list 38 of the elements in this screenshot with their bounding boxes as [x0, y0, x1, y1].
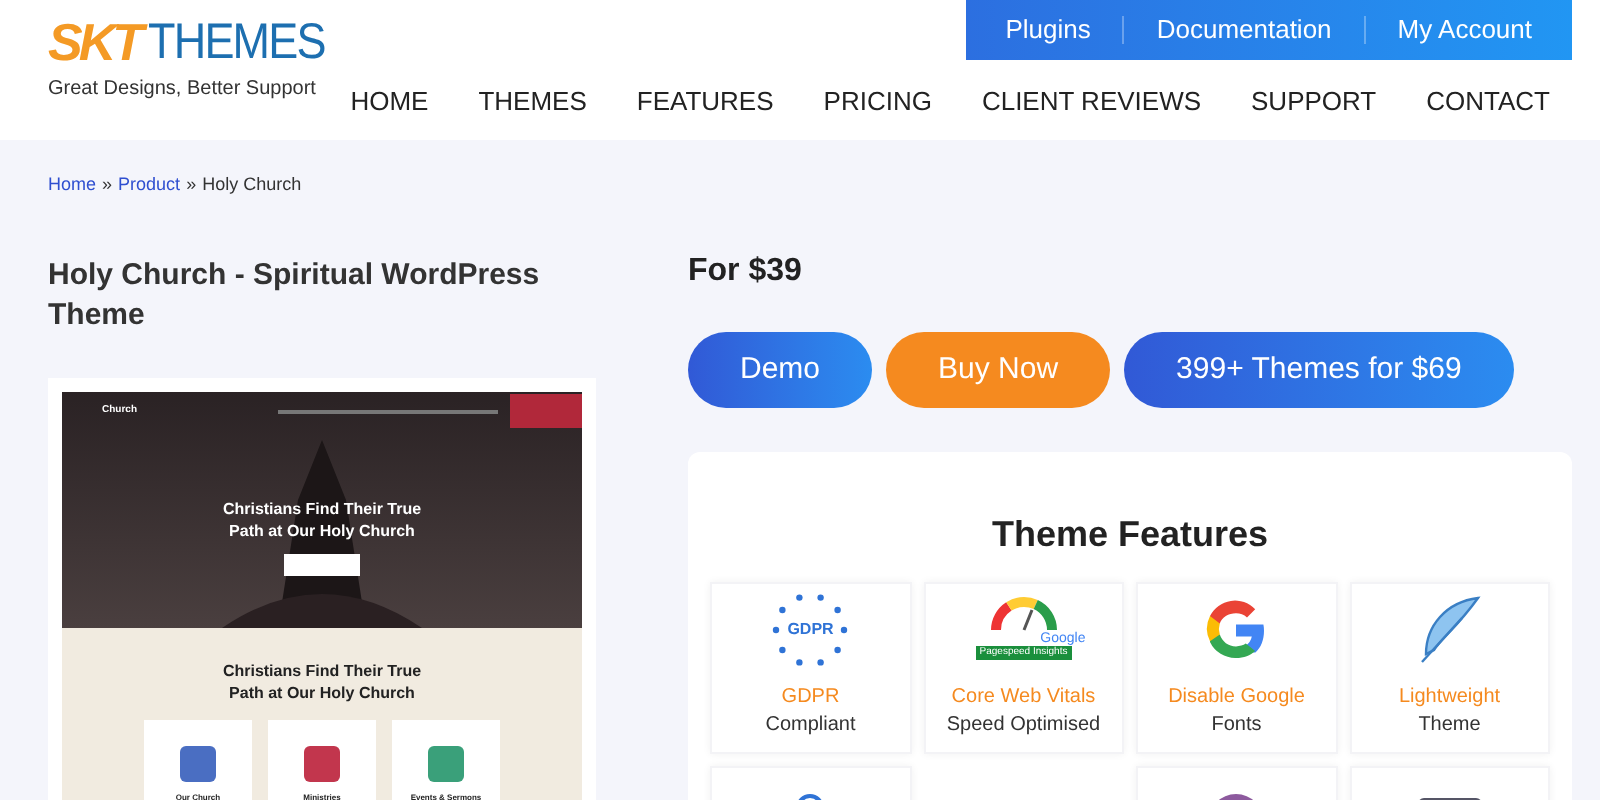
- product-title: Holy Church - Spiritual WordPress Theme: [48, 255, 542, 335]
- feature-title: Lightweight: [1398, 684, 1501, 712]
- buy-button[interactable]: Demo: [688, 332, 873, 408]
- feature-icon: [304, 745, 340, 781]
- logo-wordmark: THEMES: [148, 18, 325, 68]
- top-link[interactable]: Documentation: [1148, 10, 1340, 50]
- breadcrumb-link[interactable]: Home: [48, 174, 97, 194]
- nav-link[interactable]: CONTACT: [1426, 82, 1550, 121]
- nav-link[interactable]: THEMES: [478, 82, 587, 121]
- hero-heading: Christians Find Their True Path at Our Holy Church: [220, 497, 424, 541]
- feature-subtitle: Fonts: [1211, 712, 1262, 740]
- feature-subtitle: Speed Optimised: [946, 712, 1101, 740]
- price: For $39: [688, 252, 804, 292]
- feature-subtitle: Compliant: [765, 712, 856, 740]
- breadcrumb-separator: »: [186, 174, 197, 194]
- buy-button[interactable]: 399+ Themes for $69: [1124, 332, 1514, 408]
- top-link[interactable]: My Account: [1389, 10, 1540, 50]
- nav-link[interactable]: FEATURES: [636, 82, 774, 121]
- gdpr-label: GDPR: [787, 618, 834, 642]
- feature-title: Disable Google: [1168, 684, 1305, 712]
- features-title: Theme Features: [991, 512, 1269, 558]
- feature-title: Core Web Vitals: [951, 684, 1096, 712]
- breadcrumb-current: Holy Church: [202, 174, 302, 194]
- feature-title: GDPR: [781, 684, 840, 712]
- breadcrumb-separator: »: [102, 174, 113, 194]
- breadcrumb-link[interactable]: Product: [118, 174, 181, 194]
- social-bar: [510, 394, 582, 428]
- nav-link[interactable]: HOME: [350, 82, 429, 121]
- feature-icon: [180, 745, 216, 781]
- section-heading: Christians Find Their True Path at Our Holy Church: [220, 659, 424, 703]
- top-link[interactable]: Plugins: [997, 10, 1099, 50]
- nav-link[interactable]: CLIENT REVIEWS: [981, 82, 1202, 121]
- logo-mark: SKT: [48, 16, 140, 68]
- feature-subtitle: Theme: [1418, 712, 1481, 740]
- feature-icon: [428, 745, 464, 781]
- nav-link[interactable]: PRICING: [823, 82, 932, 121]
- logo-tagline: Great Designs, Better Support: [48, 76, 318, 104]
- nav-link[interactable]: SUPPORT: [1251, 82, 1377, 121]
